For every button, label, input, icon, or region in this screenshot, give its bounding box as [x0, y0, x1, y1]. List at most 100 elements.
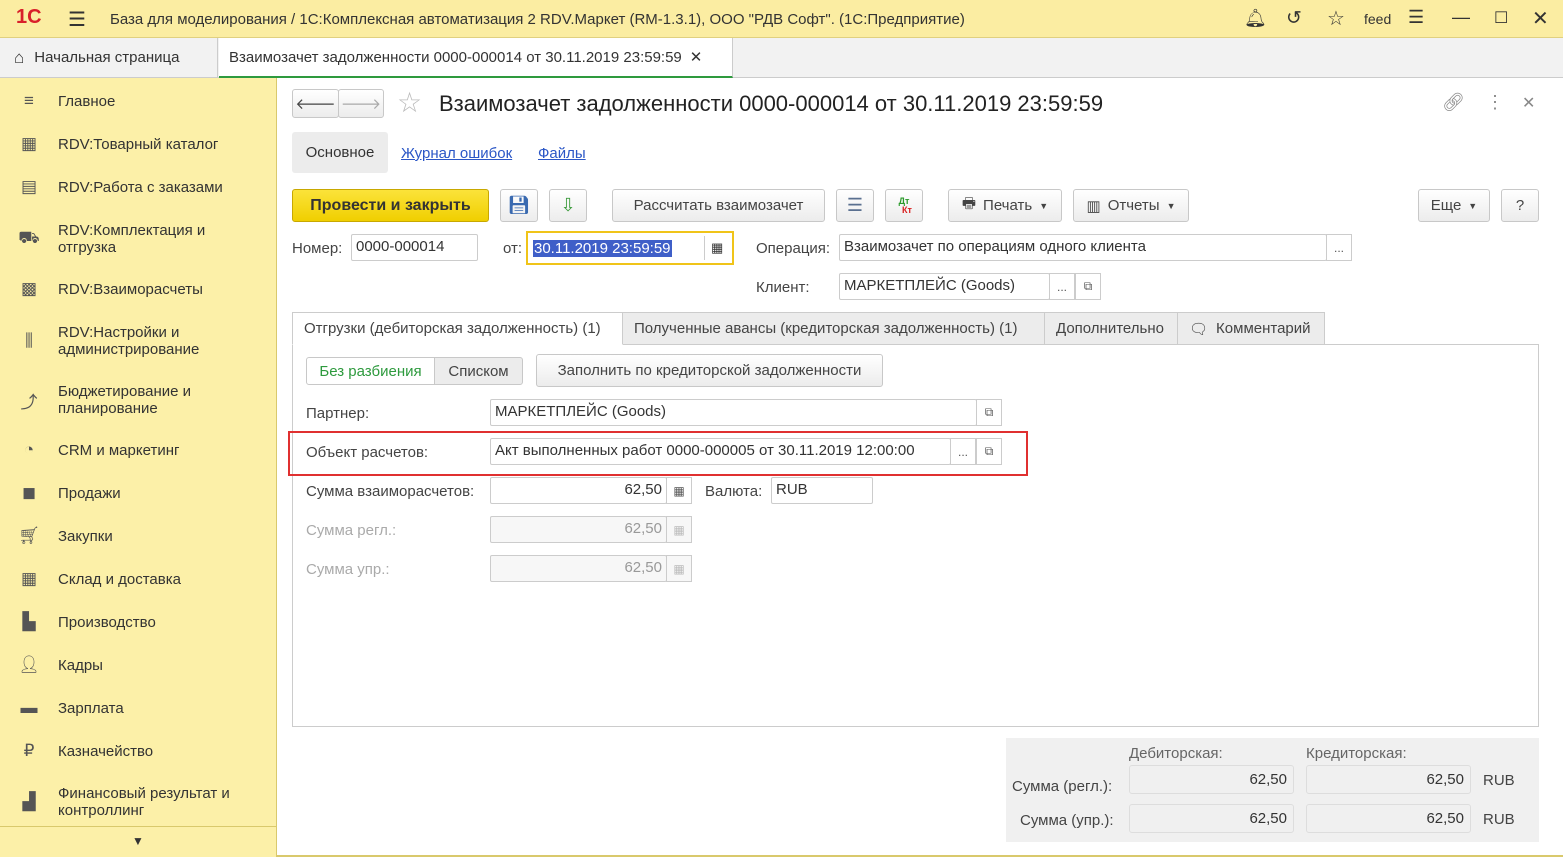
date-field[interactable]: 30.11.2019 23:59:59 ▦: [526, 231, 734, 265]
sidebar-item-shipping[interactable]: ⛟ RDV:Комплектация и отгрузка: [0, 220, 277, 258]
tab-advances[interactable]: Полученные авансы (кредиторская задолжен…: [622, 312, 1045, 345]
client-select-button[interactable]: ...: [1049, 273, 1075, 300]
sidebar-item-crm[interactable]: ◔ CRM и маркетинг: [0, 439, 277, 461]
reports-button[interactable]: ▥ Отчеты ▼: [1073, 189, 1189, 222]
fill-by-credit-button[interactable]: Заполнить по кредиторской задолженности: [536, 354, 883, 387]
sidebar-item-finance[interactable]: ▟ Финансовый результат и контроллинг: [0, 783, 277, 821]
sidebar-item-orders[interactable]: ▤ RDV:Работа с заказами: [0, 176, 277, 198]
sum-field[interactable]: 62,50: [490, 477, 667, 504]
client-open-icon[interactable]: ⧉: [1075, 273, 1101, 300]
mode-list-button[interactable]: Списком: [434, 357, 523, 385]
date-label: от:: [503, 240, 523, 257]
sidebar-item-hr[interactable]: 👤︎ Кадры: [0, 654, 277, 676]
tab-additional[interactable]: Дополнительно: [1044, 312, 1178, 345]
sidebar-item-main[interactable]: ≡ Главное: [0, 90, 277, 112]
sidebar-item-sales[interactable]: ◼ Продажи: [0, 482, 277, 504]
sidebar-item-label: Продажи: [58, 484, 121, 502]
tab-shipments[interactable]: Отгрузки (дебиторская задолженность) (1): [292, 312, 623, 345]
tab-document[interactable]: Взаимозачет задолженности 0000-000014 от…: [219, 38, 733, 78]
sidebar-item-production[interactable]: ▙ Производство: [0, 611, 277, 633]
bag-icon: ◼: [21, 483, 37, 502]
scroll-down-icon[interactable]: ▼: [0, 826, 276, 857]
star-icon[interactable]: ☆: [1327, 6, 1345, 31]
number-label: Номер:: [292, 240, 343, 257]
list-icon: ☰: [846, 195, 864, 215]
sidebar-item-label: RDV:Настройки и администрирование: [58, 324, 200, 358]
tab-comment[interactable]: 🗨︎ Комментарий: [1177, 312, 1325, 345]
sidebar-item-treasury[interactable]: ₽ Казначейство: [0, 740, 277, 762]
credit-header: Кредиторская:: [1306, 745, 1407, 762]
history-icon[interactable]: ↺: [1286, 7, 1302, 30]
post-button[interactable]: ⇩: [549, 189, 587, 222]
link-icon[interactable]: 🔗︎: [1442, 92, 1465, 113]
object-select-button[interactable]: ...: [950, 438, 976, 465]
save-button[interactable]: 💾︎: [500, 189, 538, 222]
print-label: Печать: [983, 197, 1033, 214]
sidebar-item-admin[interactable]: ⫼ RDV:Настройки и администрирование: [0, 322, 277, 360]
sum-reg-field: 62,50: [490, 516, 667, 543]
close-window-icon[interactable]: ✕: [1532, 6, 1549, 31]
tab-home-label: Начальная страница: [34, 49, 180, 66]
sum-label: Сумма взаиморасчетов:: [306, 483, 475, 500]
sidebar-item-catalog[interactable]: ▦ RDV:Товарный каталог: [0, 133, 277, 155]
currency-label: Валюта:: [705, 483, 763, 500]
tab-home[interactable]: ⌂ Начальная страница: [0, 38, 218, 77]
forward-button[interactable]: 🡒: [338, 89, 384, 118]
client-field[interactable]: МАРКЕТПЛЕЙС (Goods): [839, 273, 1050, 300]
reports-label: Отчеты: [1107, 197, 1160, 214]
close-tab-icon[interactable]: ✕: [690, 48, 703, 66]
more-vert-icon[interactable]: ⋮: [1486, 92, 1504, 113]
currency-field[interactable]: RUB: [771, 477, 873, 504]
subtab-errors[interactable]: Журнал ошибок: [401, 145, 512, 162]
partner-open-icon[interactable]: ⧉: [976, 399, 1002, 426]
back-button[interactable]: 🡐: [292, 89, 339, 118]
mode-no-split-button[interactable]: Без разбиения: [306, 357, 435, 385]
sidebar: ≡ Главное ▦ RDV:Товарный каталог ▤ RDV:Рабо…: [0, 78, 277, 857]
help-button[interactable]: ?: [1501, 189, 1539, 222]
list-button[interactable]: ☰: [836, 189, 874, 222]
partner-label: Партнер:: [306, 405, 370, 422]
sidebar-item-label: RDV:Работа с заказами: [58, 178, 223, 196]
minimize-icon[interactable]: —: [1452, 7, 1470, 28]
bell-icon[interactable]: 🔔︎: [1244, 8, 1267, 29]
subtab-files[interactable]: Файлы: [538, 145, 586, 162]
operation-field[interactable]: Взаимозачет по операциям одного клиента: [839, 234, 1327, 261]
ruble-icon: ₽: [23, 741, 35, 760]
user-name[interactable]: feed: [1364, 11, 1391, 27]
more-button[interactable]: Еще ▼: [1418, 189, 1490, 222]
calendar-icon[interactable]: ▦: [711, 240, 723, 256]
settings-menu-icon[interactable]: ☰: [1408, 7, 1424, 28]
sidebar-item-label: Склад и доставка: [58, 570, 181, 588]
sidebar-item-purchases[interactable]: 🛒︎ Закупки: [0, 525, 277, 547]
number-field[interactable]: 0000-000014: [351, 234, 478, 261]
operation-label: Операция:: [756, 240, 831, 257]
menu-icon[interactable]: ☰: [68, 7, 86, 32]
sum-upr-label: Сумма упр.:: [306, 561, 390, 578]
object-open-icon[interactable]: ⧉: [976, 438, 1002, 465]
budget-icon: ⤴: [20, 392, 38, 412]
operation-select-button[interactable]: ...: [1326, 234, 1352, 261]
favorite-star-icon[interactable]: ☆: [397, 86, 422, 119]
sidebar-item-warehouse[interactable]: ▦ Склад и доставка: [0, 568, 277, 590]
sidebar-item-salary[interactable]: ▬ Зарплата: [0, 697, 277, 719]
sidebar-item-settlements[interactable]: ▩ RDV:Взаиморасчеты: [0, 278, 277, 300]
reg-debit-value: 62,50: [1129, 765, 1294, 794]
kt-label: Кт: [902, 204, 912, 215]
sidebar-item-budget[interactable]: ⤴ Бюджетирование и планирование: [0, 381, 277, 419]
post-and-close-button[interactable]: Провести и закрыть: [292, 189, 489, 222]
card-icon: ▬: [20, 698, 38, 717]
partner-field[interactable]: МАРКЕТПЛЕЙС (Goods): [490, 399, 977, 426]
subtab-main[interactable]: Основное: [292, 132, 388, 173]
close-form-icon[interactable]: ✕: [1522, 93, 1535, 113]
totals-upr-label: Сумма (упр.):: [1020, 812, 1114, 829]
settlement-object-field[interactable]: Акт выполненных работ 0000-000005 от 30.…: [490, 438, 951, 465]
print-button[interactable]: 🖶 Печать ▼: [948, 189, 1062, 222]
dt-kt-button[interactable]: Дт Кт: [885, 189, 923, 222]
home-icon: ⌂: [14, 47, 25, 67]
calculator-icon[interactable]: ▦: [666, 477, 692, 504]
upr-debit-value: 62,50: [1129, 804, 1294, 833]
sidebar-item-label: RDV:Комплектация и отгрузка: [58, 222, 206, 256]
sidebar-item-label: RDV:Взаиморасчеты: [58, 280, 203, 298]
maximize-icon[interactable]: ☐: [1494, 8, 1508, 28]
calculate-offset-button[interactable]: Рассчитать взаимозачет: [612, 189, 825, 222]
